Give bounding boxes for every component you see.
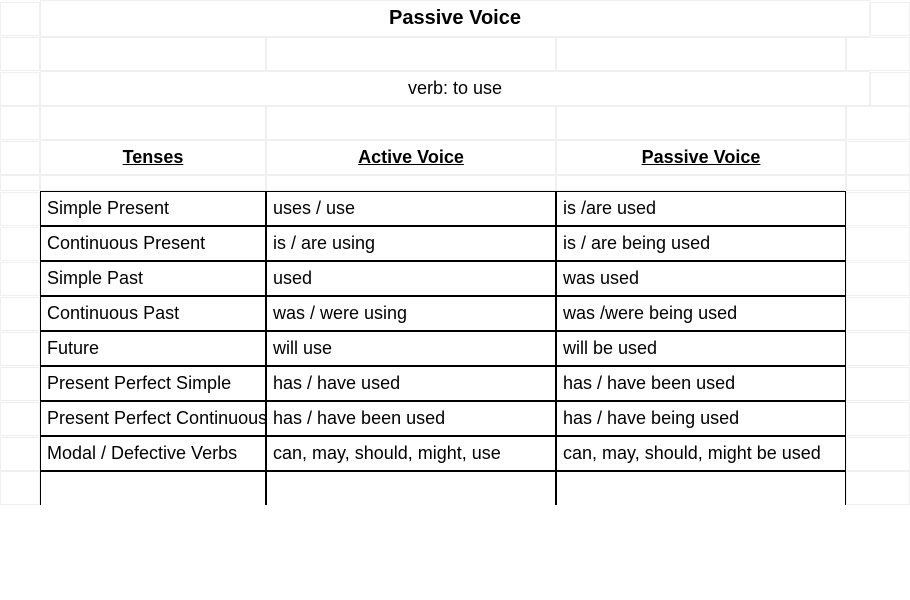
table-row: Present Perfect Continuous has / have be…: [0, 401, 910, 436]
active-cell: is / are using: [266, 226, 556, 261]
tense-cell: Present Perfect Continuous: [40, 401, 266, 436]
active-cell: used: [266, 261, 556, 296]
tense-cell: Modal / Defective Verbs: [40, 436, 266, 471]
passive-cell: was /were being used: [556, 296, 846, 331]
table-row: Simple Present uses / use is /are used: [0, 191, 910, 226]
passive-cell: was used: [556, 261, 846, 296]
table-row: Continuous Past was / were using was /we…: [0, 296, 910, 331]
table-row: Future will use will be used: [0, 331, 910, 366]
active-cell: will use: [266, 331, 556, 366]
passive-cell: can, may, should, might be used: [556, 436, 846, 471]
tense-cell: Simple Present: [40, 191, 266, 226]
column-header-passive: Passive Voice: [556, 140, 846, 175]
tense-cell: Continuous Past: [40, 296, 266, 331]
passive-cell: has / have being used: [556, 401, 846, 436]
tense-cell: Future: [40, 331, 266, 366]
column-header-active: Active Voice: [266, 140, 556, 175]
spreadsheet-grid: Passive Voice verb: to use Tenses Active…: [0, 0, 910, 505]
active-cell: uses / use: [266, 191, 556, 226]
active-cell: was / were using: [266, 296, 556, 331]
passive-cell: is /are used: [556, 191, 846, 226]
verb-subtitle: verb: to use: [40, 71, 870, 106]
column-header-tenses: Tenses: [40, 140, 266, 175]
active-cell: can, may, should, might, use: [266, 436, 556, 471]
table-row: Simple Past used was used: [0, 261, 910, 296]
passive-cell: will be used: [556, 331, 846, 366]
table-row: Continuous Present is / are using is / a…: [0, 226, 910, 261]
active-cell: has / have used: [266, 366, 556, 401]
margin-cell: [0, 2, 40, 36]
passive-cell: is / are being used: [556, 226, 846, 261]
table-row-empty: [0, 471, 910, 505]
active-cell: has / have been used: [266, 401, 556, 436]
page-title: Passive Voice: [40, 0, 870, 37]
passive-cell: has / have been used: [556, 366, 846, 401]
margin-cell: [870, 2, 910, 36]
table-row: Present Perfect Simple has / have used h…: [0, 366, 910, 401]
tense-cell: Simple Past: [40, 261, 266, 296]
tense-cell: Present Perfect Simple: [40, 366, 266, 401]
tense-cell: Continuous Present: [40, 226, 266, 261]
table-row: Modal / Defective Verbs can, may, should…: [0, 436, 910, 471]
